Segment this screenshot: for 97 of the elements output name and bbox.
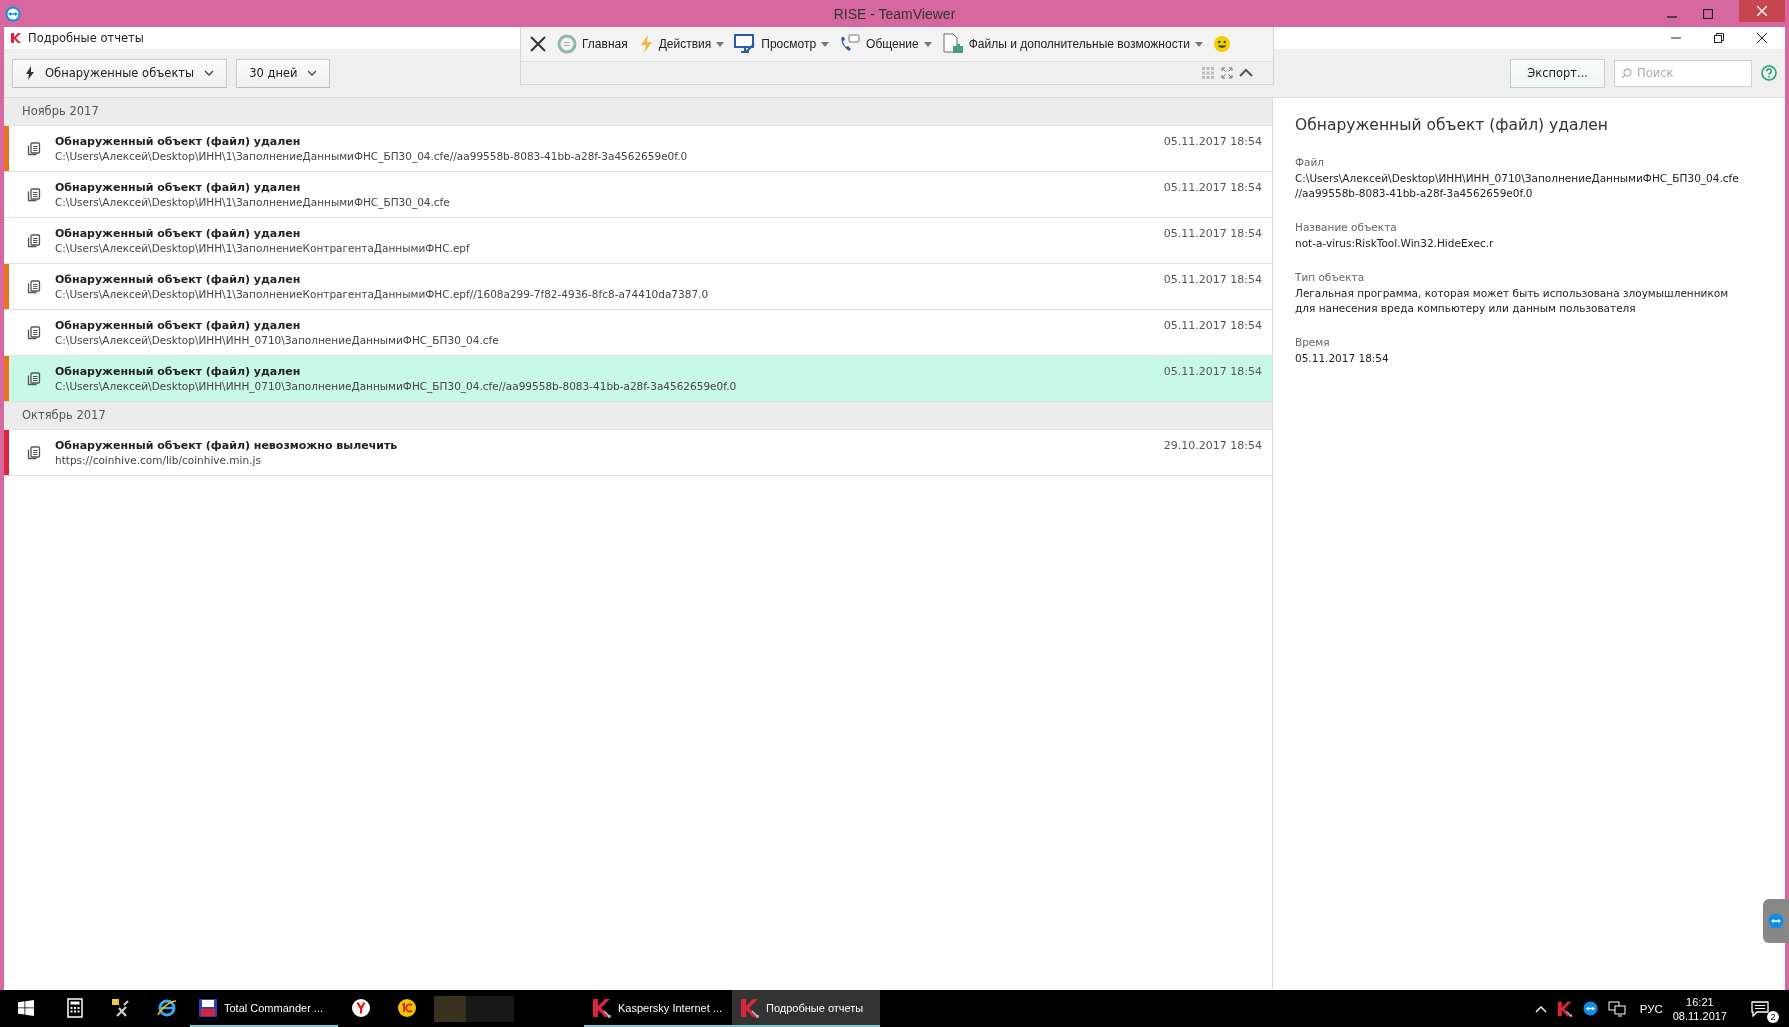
- documents-icon: [27, 325, 41, 340]
- kaspersky-logo-icon: [740, 997, 760, 1018]
- month-header: Ноябрь 2017: [4, 98, 1272, 126]
- restore-icon[interactable]: [1714, 33, 1724, 43]
- maximize-icon[interactable]: [1703, 8, 1713, 19]
- teamviewer-icon[interactable]: [1582, 1001, 1598, 1016]
- kaspersky-logo-icon: [592, 997, 612, 1018]
- onec-logo-icon: [397, 997, 417, 1018]
- event-time: 29.10.2017 18:54: [1163, 438, 1263, 452]
- search-icon: [1621, 67, 1632, 79]
- field-value: C:\Users\Алексей\Desktop\ИНН\ИНН_0710\ЗаполнениеДаннымиФНС_БП30_04.cfe//aa99558b-8083-41bb-a28f-3a4562659e0f.0: [1295, 171, 1740, 201]
- month-header: Октябрь 2017: [4, 402, 1272, 430]
- field-label: Тип объекта: [1295, 271, 1366, 283]
- file-path: C:\Users\Алексей\Desktop\ИНН\1\ЗаполнениеДаннымиФНС_БП30_04.cfe//aa99558b-8083-41bb-a28f-3a4562659e0f.0: [55, 149, 689, 163]
- monitor-icon: [734, 34, 757, 54]
- app-title: Подробные отчеты: [28, 31, 144, 45]
- browser-e-icon: [157, 997, 177, 1018]
- event-time: 05.11.2017 18:54: [1163, 226, 1263, 240]
- taskbar-app[interactable]: Total Commander ...: [190, 990, 338, 1027]
- windows-icon: [18, 999, 34, 1016]
- period-dropdown[interactable]: 30 дней: [236, 58, 331, 88]
- dropdown-arrow-icon: [923, 41, 932, 47]
- close-icon[interactable]: [1757, 33, 1767, 43]
- calculator-icon: [67, 997, 83, 1018]
- event-time: 05.11.2017 18:54: [1163, 364, 1263, 378]
- documents-icon: [27, 141, 41, 156]
- dropdown-arrow-icon: [716, 41, 725, 47]
- event-time: 05.11.2017 18:54: [1163, 134, 1263, 148]
- event-title: Обнаруженный объект (файл) невозможно вылечить: [55, 438, 399, 453]
- field-label: Название объекта: [1295, 221, 1398, 233]
- documents-icon: [27, 233, 41, 248]
- field-label: Время: [1295, 336, 1331, 348]
- file-puzzle-icon: [941, 33, 964, 55]
- taskbar-app[interactable]: Подробные отчеты: [732, 990, 880, 1027]
- chevron-down-icon: [204, 70, 215, 76]
- file-path: C:\Users\Алексей\Desktop\ИНН\1\ЗаполнениеКонтрагентаДаннымиФНС.epf: [55, 241, 471, 255]
- kaspersky-logo-icon: [10, 32, 22, 44]
- circle-logo-icon: [557, 34, 577, 54]
- fullscreen-icon[interactable]: [1221, 67, 1233, 79]
- tools-icon: [111, 997, 131, 1018]
- event-title: Обнаруженный объект (файл) удален: [55, 364, 302, 379]
- search-field[interactable]: Поиск: [1614, 59, 1752, 87]
- field-label: Файл: [1295, 156, 1325, 168]
- event-title: Обнаруженный объект (файл) удален: [55, 272, 302, 287]
- field-value: not-a-virus:RiskTool.Win32.HideExec.r: [1295, 236, 1495, 251]
- smiley-icon[interactable]: [1212, 35, 1231, 53]
- clock-date[interactable]: 08.11.2017: [1672, 1008, 1727, 1023]
- network-icon[interactable]: [1607, 1000, 1626, 1017]
- documents-icon: [27, 279, 41, 294]
- details-title: Обнаруженный объект (файл) удален: [1295, 116, 1609, 134]
- file-path: https://coinhive.com/lib/coinhive.min.js: [55, 453, 262, 467]
- collapse-icon[interactable]: [1239, 68, 1253, 78]
- lightning-icon: [25, 66, 35, 80]
- file-path: C:\Users\Алексей\Desktop\ИНН\ИНН_0710\ЗаполнениеДаннымиФНС_БП30_04.cfe: [55, 333, 500, 347]
- event-title: Обнаруженный объект (файл) удален: [55, 180, 302, 195]
- event-title: Обнаруженный объект (файл) удален: [55, 134, 302, 149]
- file-path: C:\Users\Алексей\Desktop\ИНН\ИНН_0710\ЗаполнениеДаннымиФНС_БП30_04.cfe//aa99558b-8083-41bb-a28f-3a4562659e0f.0: [55, 379, 738, 393]
- dropdown-arrow-icon: [1194, 41, 1203, 47]
- documents-icon: [27, 371, 41, 386]
- toolbar-menu-button[interactable]: Главная: [557, 34, 628, 54]
- toolbar-menu-button[interactable]: Общение: [839, 34, 932, 54]
- teamviewer-side-tab[interactable]: [1763, 899, 1789, 943]
- field-value: 05.11.2017 18:54: [1295, 351, 1390, 366]
- export-button[interactable]: Экспорт...: [1510, 58, 1605, 88]
- clock-time[interactable]: 16:21: [1686, 994, 1714, 1009]
- y-logo-icon: [351, 997, 371, 1018]
- chevron-down-icon: [307, 70, 318, 76]
- event-row[interactable]: Обнаруженный объект (файл) невозможно вылечить https://coinhive.com/lib/coinhive.min.js 29.10.2017 18:54: [4, 430, 1272, 476]
- window-title: RISE - TeamViewer: [833, 5, 956, 22]
- file-path: C:\Users\Алексей\Desktop\ИНН\1\ЗаполнениеДаннымиФНС_БП30_04.cfe: [55, 195, 451, 209]
- field-value: Легальная программа, которая может быть использована злоумышленником для нанесения вреда компьютеру или данным пользователя: [1295, 286, 1730, 316]
- kaspersky-logo-icon[interactable]: [1556, 1000, 1573, 1017]
- event-row[interactable]: Обнаруженный объект (файл) удален C:\Users\Алексей\Desktop\ИНН\ИНН_0710\ЗаполнениеДаннымиФНС_БП30_04.cfe//aa99558b-8083-41bb-a28f-3a4562659e0f.0 05.11.2017 18:54: [4, 356, 1272, 402]
- language-indicator[interactable]: РУС: [1639, 1002, 1663, 1015]
- file-path: C:\Users\Алексей\Desktop\ИНН\1\ЗаполнениеКонтрагентаДаннымиФНС.epf//1608a299-7f82-4936-8fc8-a74410da7387.0: [55, 287, 710, 301]
- event-row[interactable]: Обнаруженный объект (файл) удален C:\Users\Алексей\Desktop\ИНН\1\ЗаполнениеКонтрагентаДаннымиФНС.epf//1608a299-7f82-4936-8fc8-a74410da7387.0 05.11.2017 18:54: [4, 264, 1272, 310]
- toolbar-menu-button[interactable]: Файлы и дополнительные возможности: [941, 33, 1203, 55]
- object-type-dropdown[interactable]: Обнаруженные объекты: [12, 58, 228, 88]
- toolbar-menu-button[interactable]: Просмотр: [734, 34, 830, 54]
- event-title: Обнаруженный объект (файл) удален: [55, 226, 302, 241]
- dropdown-arrow-icon: [821, 41, 830, 47]
- event-row[interactable]: Обнаруженный объект (файл) удален C:\Users\Алексей\Desktop\ИНН\1\ЗаполнениеДаннымиФНС_БП30_04.cfe//aa99558b-8083-41bb-a28f-3a4562659e0f.0 05.11.2017 18:54: [4, 126, 1272, 172]
- close-icon: [1757, 6, 1767, 16]
- event-title: Обнаруженный объект (файл) удален: [55, 318, 302, 333]
- event-time: 05.11.2017 18:54: [1163, 272, 1263, 286]
- teamviewer-icon: [1768, 913, 1784, 929]
- documents-icon: [27, 445, 41, 460]
- message-icon: [1751, 1000, 1769, 1017]
- chevron-up-icon[interactable]: [1534, 1004, 1547, 1013]
- teamviewer-icon: [5, 5, 21, 22]
- phone-chat-icon: [839, 34, 862, 54]
- event-time: 05.11.2017 18:54: [1163, 318, 1263, 332]
- close-icon[interactable]: [529, 35, 547, 53]
- help-icon[interactable]: [1761, 65, 1777, 81]
- event-time: 05.11.2017 18:54: [1163, 180, 1263, 194]
- toolbar-menu-button[interactable]: Действия: [637, 34, 725, 54]
- documents-icon: [27, 187, 41, 202]
